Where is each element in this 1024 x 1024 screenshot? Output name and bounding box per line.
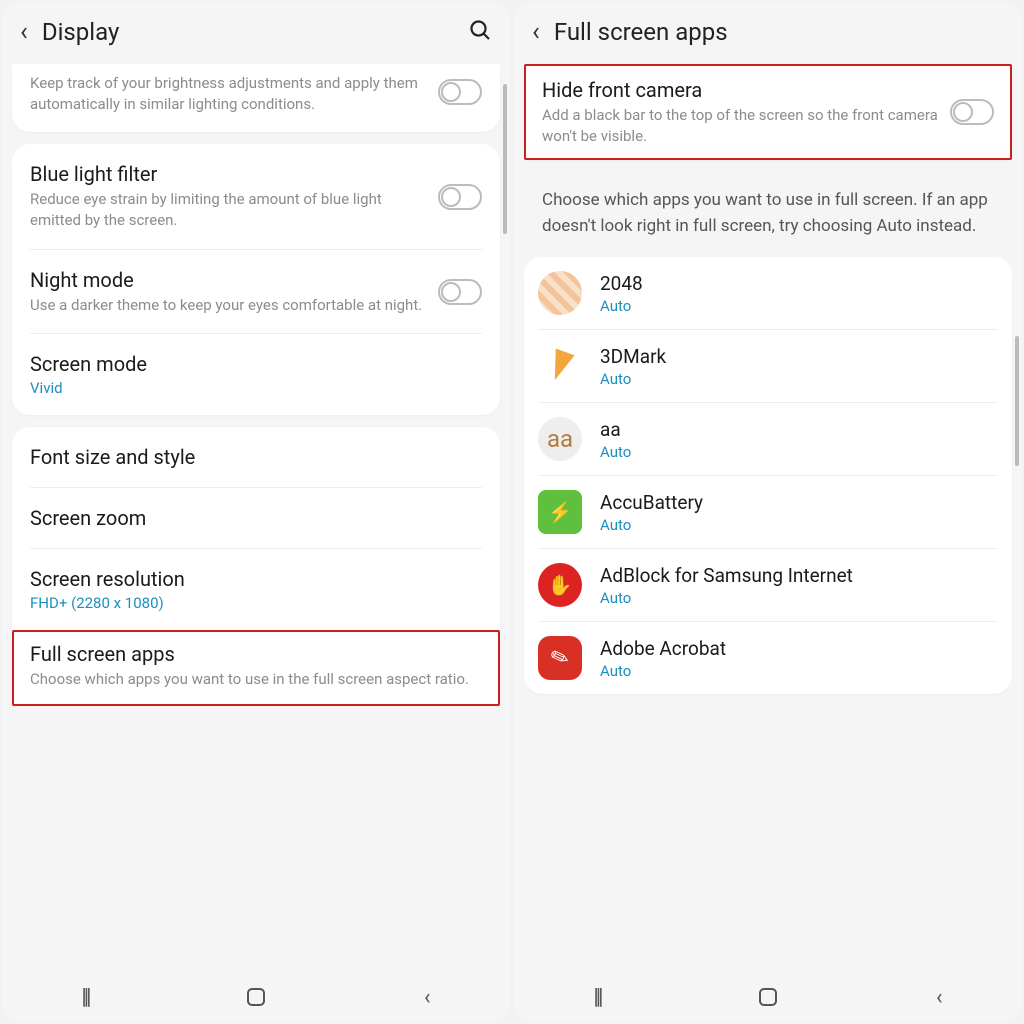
- app-name: 3DMark: [600, 345, 666, 368]
- header: ‹ Display: [2, 2, 510, 64]
- app-row[interactable]: AccuBattery Auto: [538, 476, 998, 549]
- row-hide-camera[interactable]: Hide front camera Add a black bar to the…: [542, 78, 942, 146]
- page-title: Display: [42, 18, 468, 46]
- back-icon[interactable]: ‹: [532, 19, 540, 45]
- row-value: Vivid: [30, 379, 482, 397]
- content: Hide front camera Add a black bar to the…: [514, 64, 1022, 972]
- app-name: AdBlock for Samsung Internet: [600, 564, 853, 587]
- row-desc: Choose which apps you want to use in the…: [30, 669, 482, 690]
- navbar: ||| ‹: [2, 972, 510, 1022]
- scrollbar[interactable]: [1015, 336, 1019, 466]
- row-full-screen-apps[interactable]: Full screen apps Choose which apps you w…: [12, 630, 500, 706]
- row-title: Screen mode: [30, 352, 482, 376]
- card-display-options: Font size and style Screen zoom Screen r…: [12, 427, 500, 632]
- row-title: Hide front camera: [542, 78, 942, 102]
- row-desc: Reduce eye strain by limiting the amount…: [30, 189, 430, 230]
- row-blue-light[interactable]: Blue light filter Reduce eye strain by l…: [30, 144, 482, 249]
- app-icon: [538, 636, 582, 680]
- app-name: AccuBattery: [600, 491, 703, 514]
- toggle-adaptive[interactable]: [438, 79, 482, 105]
- app-mode: Auto: [600, 516, 703, 534]
- row-screen-mode[interactable]: Screen mode Vivid: [30, 334, 482, 415]
- fullscreen-apps-screen: ‹ Full screen apps Hide front camera Add…: [514, 2, 1022, 1022]
- nav-home-icon[interactable]: [759, 988, 777, 1006]
- app-mode: Auto: [600, 443, 631, 461]
- row-title: Screen resolution: [30, 567, 482, 591]
- card-filters: Blue light filter Reduce eye strain by l…: [12, 144, 500, 415]
- content: Keep track of your brightness adjustment…: [2, 64, 510, 972]
- app-icon: [538, 490, 582, 534]
- display-settings-screen: ‹ Display Keep track of your brightness …: [2, 2, 510, 1022]
- card-brightness: Keep track of your brightness adjustment…: [12, 64, 500, 132]
- row-desc: Keep track of your brightness adjustment…: [30, 73, 430, 114]
- header: ‹ Full screen apps: [514, 2, 1022, 64]
- navbar: ||| ‹: [514, 972, 1022, 1022]
- row-night-mode[interactable]: Night mode Use a darker theme to keep yo…: [30, 250, 482, 335]
- back-icon[interactable]: ‹: [20, 19, 28, 45]
- row-value: FHD+ (2280 x 1080): [30, 594, 482, 612]
- app-row[interactable]: 3DMark Auto: [538, 330, 998, 403]
- app-row[interactable]: aaaa Auto: [538, 403, 998, 476]
- row-title: Screen zoom: [30, 506, 482, 530]
- app-row[interactable]: 2048 Auto: [538, 257, 998, 330]
- row-title: Font size and style: [30, 445, 482, 469]
- nav-home-icon[interactable]: [247, 988, 265, 1006]
- app-icon: aa: [538, 417, 582, 461]
- page-title: Full screen apps: [554, 18, 1004, 46]
- app-mode: Auto: [600, 370, 666, 388]
- row-title: Full screen apps: [30, 642, 482, 666]
- nav-recents-icon[interactable]: |||: [593, 985, 600, 1010]
- section-description: Choose which apps you want to use in ful…: [524, 172, 1012, 257]
- apps-list: 2048Auto3DMarkAutoaaaaAutoAccuBatteryAut…: [524, 257, 1012, 694]
- row-font[interactable]: Font size and style: [30, 427, 482, 488]
- toggle-night-mode[interactable]: [438, 279, 482, 305]
- nav-recents-icon[interactable]: |||: [81, 985, 88, 1010]
- app-mode: Auto: [600, 662, 726, 680]
- toggle-hide-camera[interactable]: [950, 99, 994, 125]
- app-icon: [538, 271, 582, 315]
- app-icon: [538, 563, 582, 607]
- row-desc: Use a darker theme to keep your eyes com…: [30, 295, 430, 316]
- app-mode: Auto: [600, 589, 853, 607]
- row-title: Blue light filter: [30, 162, 430, 186]
- nav-back-icon[interactable]: ‹: [424, 985, 431, 1010]
- scrollbar[interactable]: [503, 84, 507, 234]
- row-screen-resolution[interactable]: Screen resolution FHD+ (2280 x 1080): [30, 549, 482, 630]
- app-row[interactable]: Adobe Acrobat Auto: [538, 622, 998, 694]
- app-mode: Auto: [600, 297, 643, 315]
- row-desc: Add a black bar to the top of the screen…: [542, 105, 942, 146]
- row-title: Night mode: [30, 268, 430, 292]
- row-adaptive-brightness[interactable]: Keep track of your brightness adjustment…: [30, 64, 482, 132]
- app-name: aa: [600, 418, 631, 441]
- nav-back-icon[interactable]: ‹: [936, 985, 943, 1010]
- app-name: 2048: [600, 272, 643, 295]
- row-screen-zoom[interactable]: Screen zoom: [30, 488, 482, 549]
- search-icon[interactable]: [468, 18, 492, 46]
- app-name: Adobe Acrobat: [600, 637, 726, 660]
- card-hide-camera: Hide front camera Add a black bar to the…: [524, 64, 1012, 160]
- toggle-blue-light[interactable]: [438, 184, 482, 210]
- app-icon: [538, 344, 582, 388]
- app-row[interactable]: AdBlock for Samsung Internet Auto: [538, 549, 998, 622]
